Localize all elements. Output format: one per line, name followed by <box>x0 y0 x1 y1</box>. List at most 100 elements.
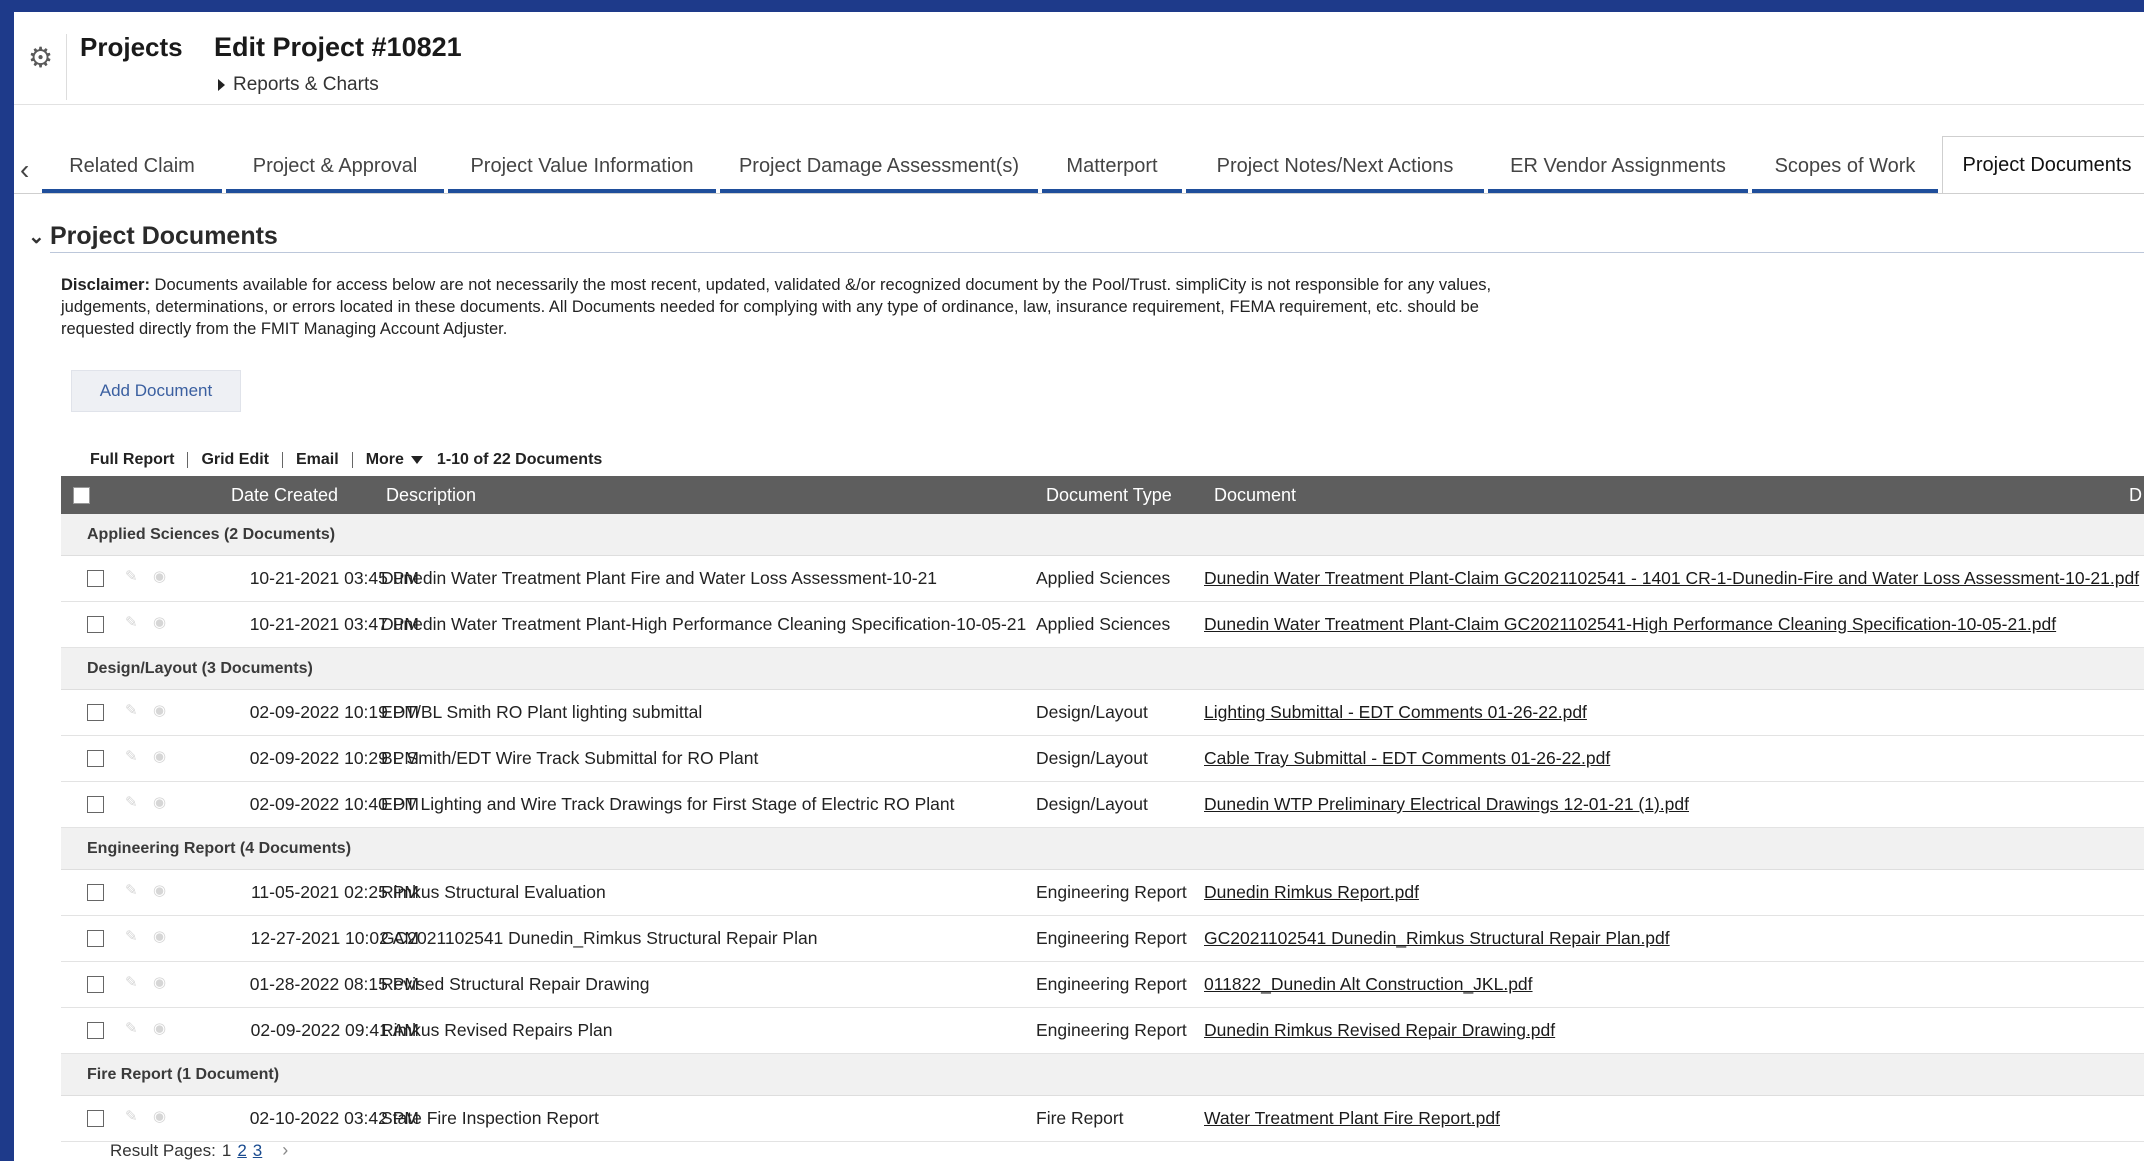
document-link[interactable]: Cable Tray Submittal - EDT Comments 01-2… <box>1204 736 1610 781</box>
add-document-button[interactable]: Add Document <box>71 370 241 412</box>
cell-document-type: Design/Layout <box>1036 794 1148 814</box>
eye-icon[interactable]: ◉ <box>153 973 166 991</box>
pencil-icon[interactable]: ✎ <box>125 793 138 811</box>
document-link[interactable]: Dunedin Water Treatment Plant-Claim GC20… <box>1204 602 2056 647</box>
document-link[interactable]: Dunedin Rimkus Revised Repair Drawing.pd… <box>1204 1008 1555 1053</box>
pencil-icon[interactable]: ✎ <box>125 1107 138 1125</box>
pencil-icon[interactable]: ✎ <box>125 927 138 945</box>
column-header-extra[interactable]: D <box>2129 476 2142 514</box>
tab-project-documents[interactable]: Project Documents <box>1942 136 2144 194</box>
cell-description: Dunedin Water Treatment Plant-High Perfo… <box>381 614 1027 634</box>
tab-project-notes-next-actions[interactable]: Project Notes/Next Actions <box>1186 138 1484 194</box>
tab-project-damage-assessments[interactable]: Project Damage Assessment(s) <box>720 138 1038 194</box>
tab-matterport[interactable]: Matterport <box>1042 138 1182 194</box>
eye-icon[interactable]: ◉ <box>153 1019 166 1037</box>
pencil-icon[interactable]: ✎ <box>125 881 138 899</box>
next-page-icon[interactable]: › <box>282 1140 288 1161</box>
cell-description: BL Smith/EDT Wire Track Submittal for RO… <box>381 748 759 768</box>
tab-baseline <box>14 193 2144 194</box>
page-2-link[interactable]: 2 <box>237 1141 246 1161</box>
chevron-down-icon[interactable]: ⌄ <box>28 224 45 249</box>
page-title: Edit Project #10821 <box>214 32 462 62</box>
gear-icon[interactable]: ⚙ <box>28 44 53 72</box>
cell-description: GC2021102541 Dunedin_Rimkus Structural R… <box>381 928 818 948</box>
tab-label: Project Damage Assessment(s) <box>738 154 1020 177</box>
tab-label: Related Claim <box>69 154 195 177</box>
section-header[interactable]: ⌄ Project Documents <box>28 222 278 251</box>
row-checkbox[interactable] <box>87 796 104 813</box>
cell-document-type: Design/Layout <box>1036 702 1148 722</box>
full-report-link[interactable]: Full Report <box>90 451 174 469</box>
pencil-icon[interactable]: ✎ <box>125 747 138 765</box>
cell-description: Revised Structural Repair Drawing <box>381 974 650 994</box>
tab-bar: ‹ Related Claim Project & Approval Proje… <box>14 136 2144 194</box>
pencil-icon[interactable]: ✎ <box>125 1019 138 1037</box>
row-checkbox[interactable] <box>87 976 104 993</box>
document-link[interactable]: 011822_Dunedin Alt Construction_JKL.pdf <box>1204 962 1533 1007</box>
toolbar-separator <box>282 452 283 468</box>
document-link[interactable]: Dunedin Rimkus Report.pdf <box>1204 870 1419 915</box>
document-link[interactable]: Water Treatment Plant Fire Report.pdf <box>1204 1096 1500 1141</box>
group-header-fire-report: Fire Report (1 Document) <box>61 1054 2144 1096</box>
cell-description: Rimkus Revised Repairs Plan <box>381 1020 613 1040</box>
row-checkbox[interactable] <box>87 930 104 947</box>
grid-edit-link[interactable]: Grid Edit <box>201 451 269 469</box>
eye-icon[interactable]: ◉ <box>153 881 166 899</box>
eye-icon[interactable]: ◉ <box>153 747 166 765</box>
pencil-icon[interactable]: ✎ <box>125 613 138 631</box>
reports-charts-menu[interactable]: Reports & Charts <box>218 74 379 96</box>
column-header-document[interactable]: Document <box>1214 476 1296 514</box>
tab-project-approval[interactable]: Project & Approval <box>226 138 444 194</box>
chevron-left-icon[interactable]: ‹ <box>20 156 29 184</box>
app-title[interactable]: Projects <box>80 32 183 63</box>
cell-document-type: Engineering Report <box>1036 882 1187 902</box>
page-1: 1 <box>221 1140 232 1160</box>
row-checkbox[interactable] <box>87 750 104 767</box>
select-all-checkbox[interactable] <box>73 487 90 504</box>
app-window: ⚙ Projects Edit Project #10821 Reports &… <box>14 12 2144 1161</box>
row-checkbox[interactable] <box>87 1022 104 1039</box>
column-header-date-created[interactable]: Date Created <box>231 476 338 514</box>
eye-icon[interactable]: ◉ <box>153 793 166 811</box>
table-row: ✎ ◉ 12-27-2021 10:02 AM GC2021102541 Dun… <box>61 916 2144 962</box>
eye-icon[interactable]: ◉ <box>153 567 166 585</box>
pencil-icon[interactable]: ✎ <box>125 973 138 991</box>
table-row: ✎ ◉ 02-10-2022 03:42 PM State Fire Inspe… <box>61 1096 2144 1142</box>
cell-description: Dunedin Water Treatment Plant Fire and W… <box>381 568 938 588</box>
caret-down-icon[interactable] <box>410 456 423 464</box>
disclaimer-text: Documents available for access below are… <box>61 276 1492 338</box>
page-3-link[interactable]: 3 <box>253 1141 262 1161</box>
cell-description: Rimkus Structural Evaluation <box>381 882 606 902</box>
more-menu[interactable]: More <box>366 451 404 469</box>
tab-label: Matterport <box>1066 154 1158 177</box>
tab-label: Project Documents <box>1962 154 2132 176</box>
document-link[interactable]: GC2021102541 Dunedin_Rimkus Structural R… <box>1204 916 1670 961</box>
eye-icon[interactable]: ◉ <box>153 613 166 631</box>
row-checkbox[interactable] <box>87 704 104 721</box>
tab-label: Scopes of Work <box>1774 154 1916 177</box>
tab-label: Project Value Information <box>470 154 694 177</box>
tab-project-value-information[interactable]: Project Value Information <box>448 138 716 194</box>
eye-icon[interactable]: ◉ <box>153 701 166 719</box>
column-header-document-type[interactable]: Document Type <box>1046 476 1172 514</box>
row-checkbox[interactable] <box>87 616 104 633</box>
row-checkbox[interactable] <box>87 884 104 901</box>
grid-toolbar: Full Report Grid Edit Email More 1-10 of… <box>90 448 602 472</box>
tab-label: ER Vendor Assignments <box>1510 154 1726 177</box>
document-link[interactable]: Dunedin Water Treatment Plant-Claim GC20… <box>1204 556 2139 601</box>
tab-scopes-of-work[interactable]: Scopes of Work <box>1752 138 1938 194</box>
column-header-description[interactable]: Description <box>386 476 476 514</box>
row-checkbox[interactable] <box>87 570 104 587</box>
email-link[interactable]: Email <box>296 451 339 469</box>
document-link[interactable]: Dunedin WTP Preliminary Electrical Drawi… <box>1204 782 1689 827</box>
pencil-icon[interactable]: ✎ <box>125 567 138 585</box>
pencil-icon[interactable]: ✎ <box>125 701 138 719</box>
eye-icon[interactable]: ◉ <box>153 927 166 945</box>
tab-related-claim[interactable]: Related Claim <box>42 138 222 194</box>
eye-icon[interactable]: ◉ <box>153 1107 166 1125</box>
section-divider <box>50 252 2144 253</box>
document-link[interactable]: Lighting Submittal - EDT Comments 01-26-… <box>1204 690 1587 735</box>
tab-label: Project & Approval <box>252 154 418 177</box>
row-checkbox[interactable] <box>87 1110 104 1127</box>
tab-er-vendor-assignments[interactable]: ER Vendor Assignments <box>1488 138 1748 194</box>
